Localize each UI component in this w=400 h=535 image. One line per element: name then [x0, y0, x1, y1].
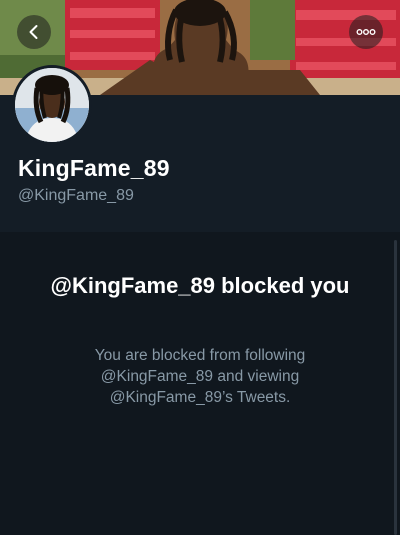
more-dots-icon — [356, 29, 376, 35]
chevron-left-icon — [29, 25, 38, 39]
more-options-button[interactable] — [349, 15, 383, 49]
profile-screen: KingFame_89 @KingFame_89 @KingFame_89 bl… — [0, 0, 400, 535]
blocked-description: You are blocked from following @KingFame… — [94, 347, 306, 406]
profile-display-name: KingFame_89 — [18, 155, 170, 181]
back-button[interactable] — [17, 15, 51, 49]
scrollbar[interactable] — [394, 240, 397, 535]
blocked-title: @KingFame_89 blocked you — [50, 273, 350, 298]
avatar[interactable] — [12, 65, 92, 145]
profile-handle: @KingFame_89 — [18, 187, 134, 204]
